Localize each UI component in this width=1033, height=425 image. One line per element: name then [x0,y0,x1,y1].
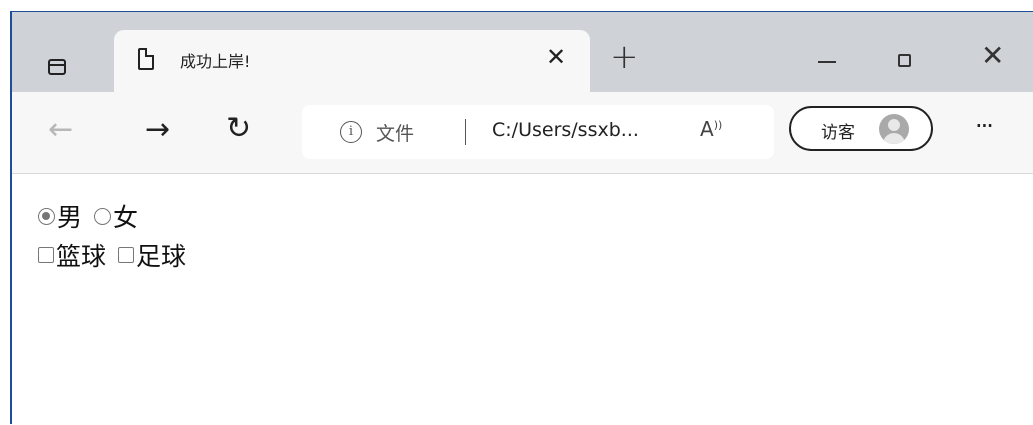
tab-strip: 成功上岸! ✕ + ✕ [12,12,1033,92]
checkbox-football[interactable] [118,247,135,263]
radio-female[interactable] [94,207,112,225]
gender-radio-group: 男 女 [38,198,138,234]
tab-title: 成功上岸! [180,52,251,71]
tab-actions-icon[interactable] [48,59,66,75]
page-content: 男 女 篮球 足球 [12,174,1033,425]
profile-button[interactable]: 访客 [789,106,933,151]
address-scheme-label: 文件 [376,123,415,145]
toolbar: ← → ↻ i 文件 C:/Users/ssxb... A)) 访客 ··· [12,92,1033,174]
avatar-icon [879,114,909,144]
radio-male-label: 男 [57,203,83,232]
window-close-icon[interactable]: ✕ [981,42,1004,70]
tab-close-icon[interactable]: ✕ [546,45,566,69]
hobby-checkbox-group: 篮球 足球 [38,237,186,273]
refresh-icon[interactable]: ↻ [226,114,251,144]
browser-window: 成功上岸! ✕ + ✕ ← → ↻ i 文件 C:/Users/ssxb... … [10,11,1033,424]
profile-label: 访客 [821,123,855,143]
address-url[interactable]: C:/Users/ssxb... [492,119,639,141]
page-icon [138,48,154,70]
tab-active[interactable]: 成功上岸! ✕ [114,30,590,92]
radio-female-label: 女 [113,203,139,232]
checkbox-basketball-label: 篮球 [56,242,107,271]
maximize-icon[interactable] [898,54,911,67]
read-aloud-icon[interactable]: A)) [700,117,722,141]
arrow-right-icon[interactable]: → [145,115,170,145]
address-separator [465,119,466,145]
checkbox-basketball[interactable] [38,247,54,263]
checkbox-football-label: 足球 [136,242,187,271]
more-options-icon[interactable]: ··· [975,114,994,138]
info-icon[interactable]: i [340,121,362,143]
minimize-icon[interactable] [818,61,836,63]
address-bar[interactable]: i 文件 C:/Users/ssxb... A)) [302,105,774,159]
radio-male[interactable] [38,207,55,225]
arrow-left-icon[interactable]: ← [48,115,73,145]
new-tab-button[interactable]: + [610,40,639,74]
